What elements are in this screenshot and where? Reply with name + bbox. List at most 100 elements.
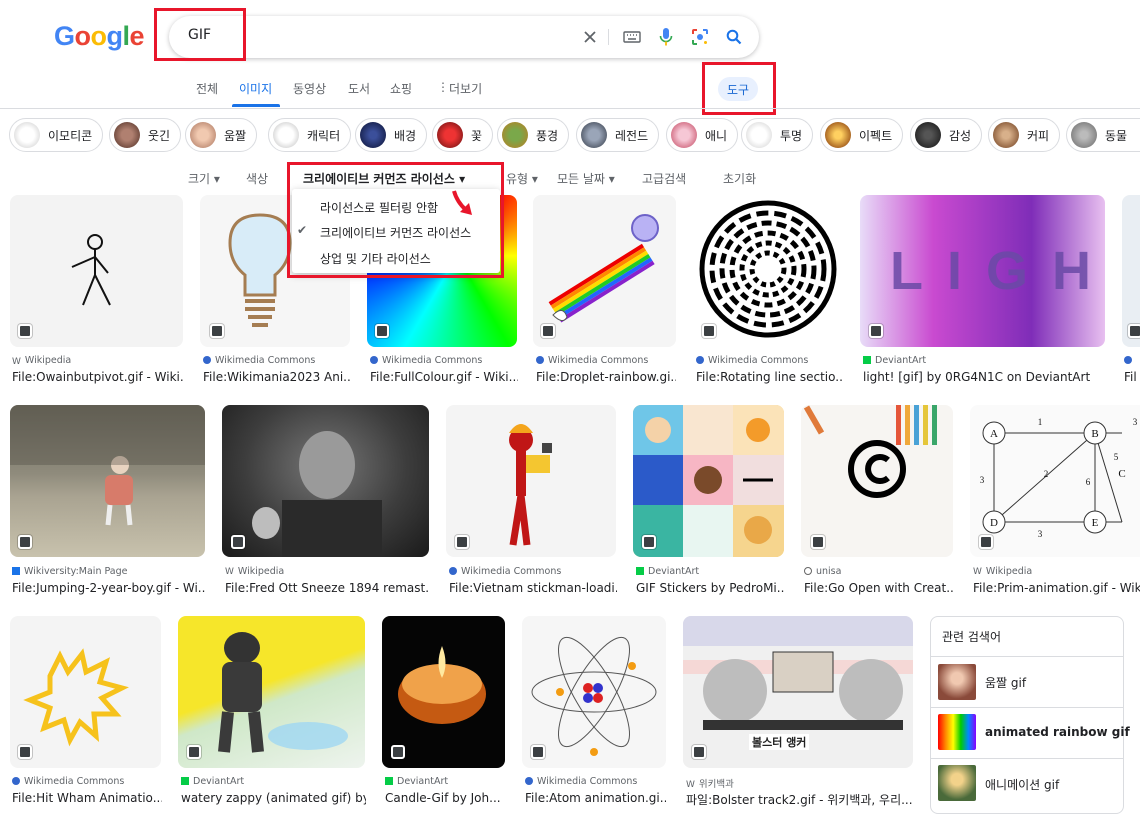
active-tab-indicator xyxy=(232,104,280,107)
more-menu-icon[interactable]: ⋮ xyxy=(437,80,449,94)
microphone-icon[interactable] xyxy=(655,26,677,48)
gif-stickers-image xyxy=(633,405,784,557)
clear-icon[interactable] xyxy=(579,26,601,48)
result-title[interactable]: GIF Stickers by PedroMi... xyxy=(636,581,784,595)
chip-anime[interactable]: 애니 xyxy=(666,118,739,152)
result-title[interactable]: File:Go Open with Creat... xyxy=(804,581,954,595)
chip-landscape[interactable]: 풍경 xyxy=(497,118,570,152)
graph-node-label: E xyxy=(1092,517,1099,529)
related-search-label[interactable]: animated rainbow gif xyxy=(985,725,1130,739)
result-title[interactable]: Candle-Gif by Joh... xyxy=(385,791,506,805)
chip-coffee[interactable]: 커피 xyxy=(988,118,1061,152)
result-source: Wikimedia Commons xyxy=(536,355,648,366)
chip-flower[interactable]: 꽃 xyxy=(432,118,494,152)
result-source: Wikimedia Commons xyxy=(449,566,561,577)
result-image[interactable] xyxy=(533,195,676,347)
filter-date[interactable]: 모든 날짜 ▾ xyxy=(557,170,615,187)
filter-type[interactable]: 유형 ▾ xyxy=(506,170,538,187)
result-title[interactable]: File:Owainbutpivot.gif - Wiki... xyxy=(12,370,184,384)
result-image[interactable] xyxy=(446,405,616,557)
result-image[interactable] xyxy=(10,616,161,768)
result-title[interactable]: File:Jumping-2-year-boy.gif - Wi... xyxy=(12,581,206,595)
result-source: DeviantArt xyxy=(863,355,926,366)
light-text: LIGHT xyxy=(890,241,1105,301)
graph-edge-label: 1 xyxy=(1038,417,1043,427)
related-search-label[interactable]: 움짤 gif xyxy=(985,674,1026,691)
droplet-rainbow-image xyxy=(548,214,659,323)
chip-funny[interactable]: 웃긴 xyxy=(109,118,182,152)
chip-character[interactable]: 캐릭터 xyxy=(268,118,352,152)
chip-effect[interactable]: 이펙트 xyxy=(820,118,904,152)
result-title[interactable]: watery zappy (animated gif) by... xyxy=(181,791,366,805)
result-source: Wikiversity:Main Page xyxy=(12,566,127,577)
result-title[interactable]: File:Droplet-rainbow.gi... xyxy=(536,370,676,384)
image-type-icon xyxy=(18,324,32,338)
image-type-icon xyxy=(455,535,469,549)
image-type-icon xyxy=(375,324,389,338)
chip-umjjal[interactable]: 움짤 xyxy=(185,118,258,152)
result-title[interactable]: File:Vietnam stickman-loadi... xyxy=(449,581,617,595)
filter-size[interactable]: 크기 ▾ xyxy=(188,170,220,187)
reset-filters-link[interactable]: 초기화 xyxy=(723,170,756,187)
chip-transparent[interactable]: 투명 xyxy=(741,118,814,152)
chip-emotional[interactable]: 감성 xyxy=(910,118,983,152)
tab-books[interactable]: 도서 xyxy=(348,80,370,97)
image-type-icon xyxy=(979,535,993,549)
result-title[interactable]: File:Fred Ott Sneeze 1894 remast... xyxy=(225,581,429,595)
result-image[interactable] xyxy=(222,405,429,557)
chip-emoticon[interactable]: 이모티콘 xyxy=(9,118,104,152)
graph-node-label: D xyxy=(990,517,998,529)
result-title[interactable]: File:FullColour.gif - Wiki... xyxy=(370,370,518,384)
result-title[interactable]: light! [gif] by 0RG4N1C on DeviantArt xyxy=(863,370,1103,384)
tab-all[interactable]: 전체 xyxy=(196,80,218,97)
tab-images[interactable]: 이미지 xyxy=(239,80,272,97)
graph-node-label: B xyxy=(1091,428,1098,440)
result-title[interactable]: Fil xyxy=(1124,370,1140,384)
result-image[interactable] xyxy=(10,195,183,347)
result-title[interactable]: File:Atom animation.gi... xyxy=(525,791,666,805)
image-type-icon xyxy=(187,745,201,759)
result-image[interactable] xyxy=(633,405,784,557)
related-search-label[interactable]: 애니메이션 gif xyxy=(985,776,1059,793)
chip-animal[interactable]: 동물 xyxy=(1066,118,1140,152)
result-title[interactable]: File:Hit Wham Animatio... xyxy=(12,791,162,805)
image-type-icon xyxy=(231,535,245,549)
result-image[interactable]: LIGHT xyxy=(860,195,1105,347)
red-arrow-icon xyxy=(452,190,472,215)
result-image[interactable]: 볼스터 앵커 xyxy=(683,616,913,768)
result-source: Wikimedia Commons xyxy=(696,355,808,366)
graph-edge-label: 3 xyxy=(1038,529,1043,539)
chip-background[interactable]: 배경 xyxy=(355,118,428,152)
result-title[interactable]: File:Prim-animation.gif - Wikipe xyxy=(973,581,1140,595)
search-icon[interactable] xyxy=(723,26,745,48)
result-source: Wikimedia Commons xyxy=(525,776,637,787)
watery-zappy-image xyxy=(218,632,348,753)
result-source: Wikimedia Commons xyxy=(12,776,124,787)
result-source: DeviantArt xyxy=(181,776,244,787)
image-type-icon xyxy=(702,324,716,338)
rotating-lines-image xyxy=(699,200,837,338)
result-image[interactable] xyxy=(10,405,205,557)
tab-shopping[interactable]: 쇼핑 xyxy=(390,80,412,97)
result-image[interactable] xyxy=(178,616,365,768)
filter-color[interactable]: 색상 xyxy=(246,170,268,187)
header-divider xyxy=(0,108,1140,109)
chip-legend[interactable]: 레전드 xyxy=(576,118,660,152)
result-title[interactable]: 파일:Bolster track2.gif - 위키백과, 우리... xyxy=(686,791,914,808)
keyboard-icon[interactable] xyxy=(621,26,643,48)
divider xyxy=(608,29,609,45)
google-logo[interactable]: Google xyxy=(54,21,145,52)
result-source: W 위키백과 xyxy=(686,779,734,790)
result-image[interactable] xyxy=(693,195,843,347)
result-image[interactable]: A B C D E 1 3 2 5 6 3 3 xyxy=(970,405,1140,557)
jumping-boy-image xyxy=(10,405,205,526)
advanced-search-link[interactable]: 고급검색 xyxy=(642,170,686,187)
result-title[interactable]: File:Rotating line sectio... xyxy=(696,370,842,384)
lens-icon[interactable] xyxy=(689,26,711,48)
image-type-icon xyxy=(210,324,224,338)
graph-edge-label: 6 xyxy=(1086,477,1091,487)
result-image[interactable] xyxy=(801,405,953,557)
tab-videos[interactable]: 동영상 xyxy=(293,80,326,97)
tab-more[interactable]: 더보기 xyxy=(449,80,482,97)
result-title[interactable]: File:Wikimania2023 Ani... xyxy=(203,370,351,384)
